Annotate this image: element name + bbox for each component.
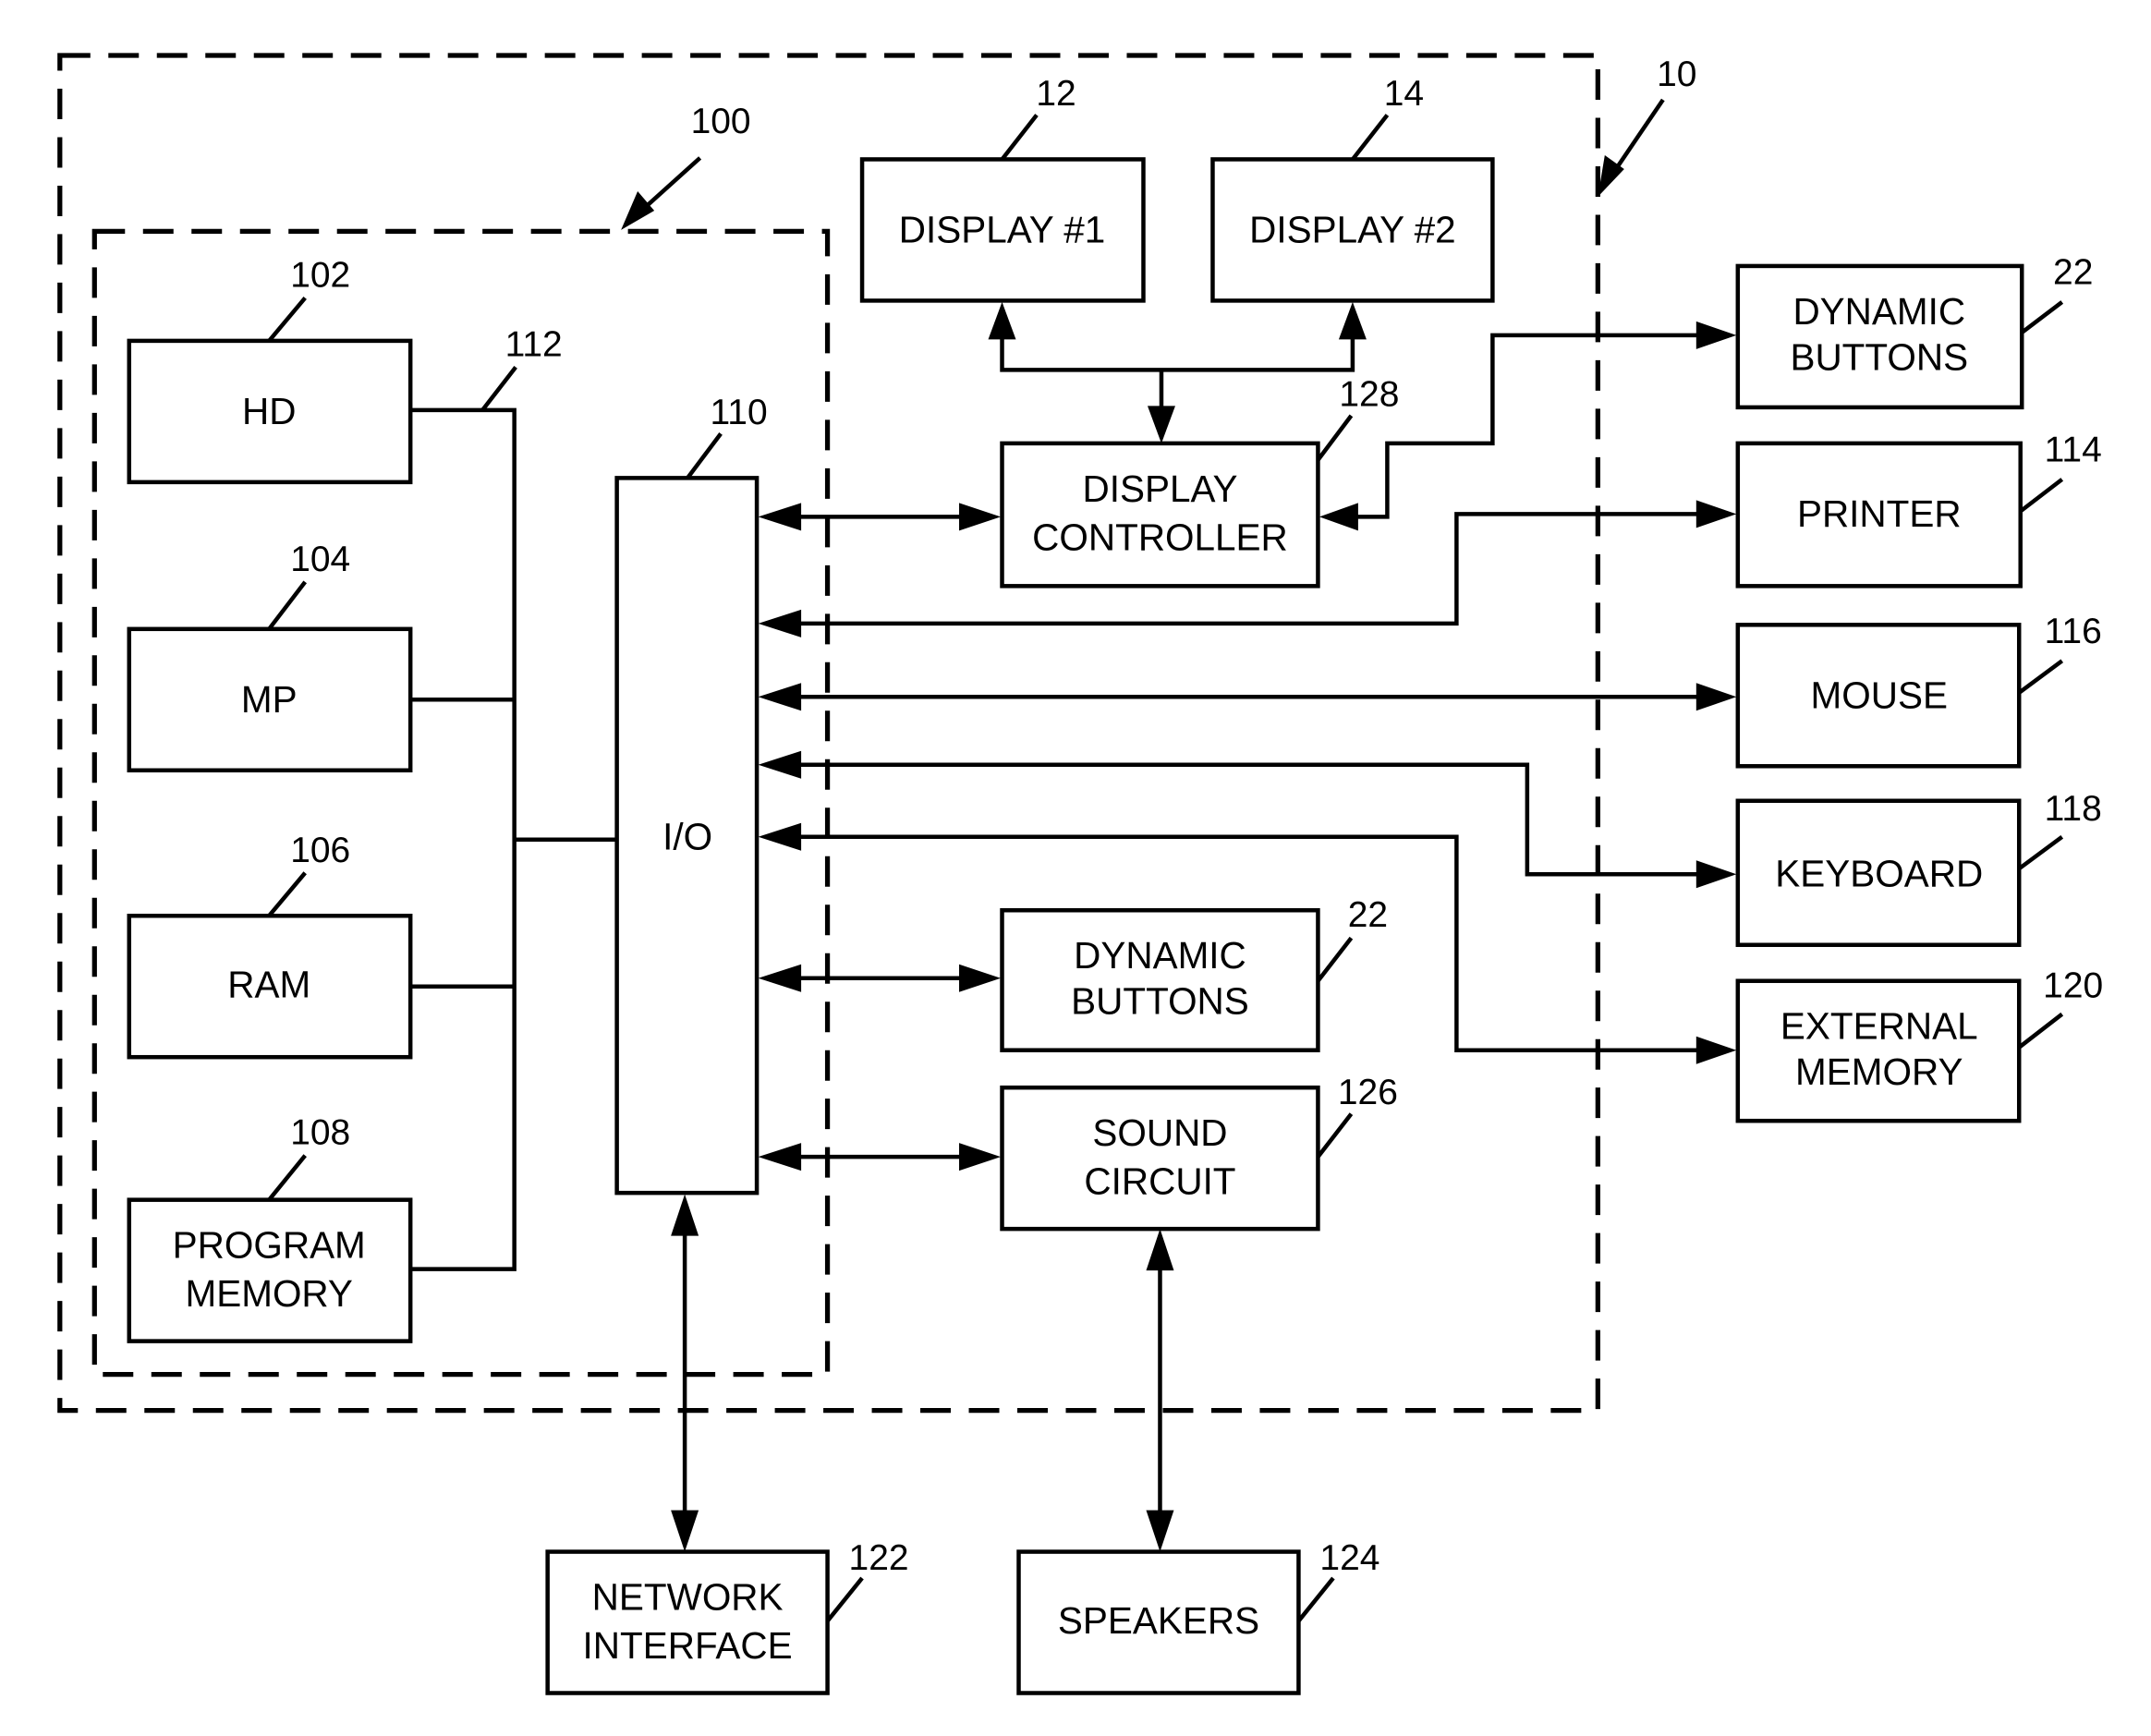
block-display-controller-text-2: CONTROLLER bbox=[1032, 516, 1288, 558]
block-ram-text: RAM bbox=[227, 964, 310, 1006]
block-keyboard-ref: 118 bbox=[2045, 789, 2102, 829]
block-mp-ref: 104 bbox=[290, 540, 350, 579]
block-io-text: I/O bbox=[662, 815, 712, 857]
block-display-1-text: DISPLAY #1 bbox=[899, 208, 1105, 250]
block-display-controller: DISPLAY CONTROLLER 128 bbox=[1000, 374, 1399, 589]
block-external-memory-ref: 120 bbox=[2043, 966, 2103, 1006]
block-mouse-text: MOUSE bbox=[1811, 674, 1948, 716]
block-sound-circuit-text-1: SOUND bbox=[1092, 1111, 1227, 1154]
block-ram-ref: 106 bbox=[290, 831, 350, 870]
block-mouse: MOUSE 116 bbox=[1735, 612, 2102, 769]
block-program-memory: PROGRAM MEMORY 108 bbox=[127, 1113, 413, 1343]
block-sound-circuit-ref: 126 bbox=[1338, 1073, 1398, 1112]
display2-arrowhead bbox=[1338, 301, 1367, 340]
block-speakers: SPEAKERS 124 bbox=[1016, 1538, 1379, 1695]
block-program-memory-text-2: MEMORY bbox=[186, 1272, 353, 1315]
block-display-controller-text-1: DISPLAY bbox=[1082, 467, 1237, 510]
block-external-memory-text-2: MEMORY bbox=[1795, 1050, 1963, 1093]
block-io: I/O 110 bbox=[614, 393, 768, 1196]
block-dynamic-buttons-internal-text-1: DYNAMIC bbox=[1074, 934, 1246, 977]
block-printer: PRINTER 114 bbox=[1735, 430, 2102, 589]
block-mp-text: MP bbox=[241, 678, 298, 721]
block-sound-circuit: SOUND CIRCUIT 126 bbox=[1000, 1073, 1398, 1232]
block-diagram: 10 100 112 HD 102 MP 104 RAM 106 PROGRAM… bbox=[57, 53, 2103, 1695]
block-mp: MP 104 bbox=[127, 540, 413, 773]
block-network-interface: NETWORK INTERFACE 122 bbox=[545, 1538, 909, 1695]
block-display-2-text: DISPLAY #2 bbox=[1249, 208, 1455, 250]
block-dynamic-buttons-external: DYNAMIC BUTTONS 22 bbox=[1735, 252, 2093, 410]
system-ref-label: 10 bbox=[1657, 55, 1696, 94]
block-network-interface-text-2: INTERFACE bbox=[583, 1624, 793, 1667]
block-keyboard-text: KEYBOARD bbox=[1775, 853, 1983, 895]
block-io-ref: 110 bbox=[711, 393, 768, 432]
block-dynamic-buttons-external-text-2: BUTTONS bbox=[1790, 335, 1968, 378]
block-speakers-text: SPEAKERS bbox=[1058, 1599, 1259, 1642]
computer-ref-arrow bbox=[643, 156, 702, 210]
block-sound-circuit-text-2: CIRCUIT bbox=[1084, 1160, 1235, 1203]
block-external-memory-text-1: EXTERNAL bbox=[1780, 1005, 1978, 1048]
block-printer-ref: 114 bbox=[2045, 430, 2102, 469]
block-display-2: DISPLAY #2 14 bbox=[1210, 74, 1495, 303]
block-network-interface-ref: 122 bbox=[849, 1538, 909, 1578]
block-display-1-ref: 12 bbox=[1036, 74, 1076, 114]
block-display-1: DISPLAY #1 12 bbox=[859, 74, 1146, 303]
block-dynamic-buttons-internal-text-2: BUTTONS bbox=[1071, 980, 1249, 1023]
block-dynamic-buttons-internal-ref: 22 bbox=[1348, 895, 1388, 935]
block-external-memory: EXTERNAL MEMORY 120 bbox=[1735, 966, 2103, 1123]
computer-ref-arrowhead bbox=[621, 190, 655, 230]
block-hd-text: HD bbox=[242, 390, 296, 432]
block-network-interface-text-1: NETWORK bbox=[592, 1576, 784, 1619]
block-dynamic-buttons-internal: DYNAMIC BUTTONS 22 bbox=[1000, 895, 1388, 1052]
controller-arrowhead bbox=[1147, 406, 1175, 443]
block-speakers-ref: 124 bbox=[1319, 1538, 1379, 1578]
display-split-line bbox=[1000, 329, 1355, 372]
block-program-memory-ref: 108 bbox=[290, 1113, 350, 1153]
controller-buttons-line bbox=[1338, 333, 1713, 519]
bus-line bbox=[410, 407, 516, 1271]
bus-ref-label: 112 bbox=[505, 324, 563, 364]
computer-ref-label: 100 bbox=[691, 102, 751, 141]
block-display-controller-ref: 128 bbox=[1339, 374, 1399, 414]
block-hd: HD 102 bbox=[127, 255, 413, 485]
block-program-memory-text-1: PROGRAM bbox=[173, 1224, 366, 1267]
block-dynamic-buttons-external-text-1: DYNAMIC bbox=[1792, 290, 1965, 333]
block-dynamic-buttons-external-ref: 22 bbox=[2053, 252, 2093, 292]
display1-arrowhead bbox=[988, 301, 1016, 340]
block-ram: RAM 106 bbox=[127, 831, 413, 1060]
bus-ref-lead bbox=[480, 366, 517, 412]
io-keyboard-line bbox=[779, 762, 1713, 877]
block-display-2-ref: 14 bbox=[1384, 74, 1424, 114]
block-printer-text: PRINTER bbox=[1797, 492, 1962, 535]
block-keyboard: KEYBOARD 118 bbox=[1735, 789, 2102, 947]
block-mouse-ref: 116 bbox=[2045, 612, 2102, 651]
block-hd-ref: 102 bbox=[290, 255, 350, 295]
